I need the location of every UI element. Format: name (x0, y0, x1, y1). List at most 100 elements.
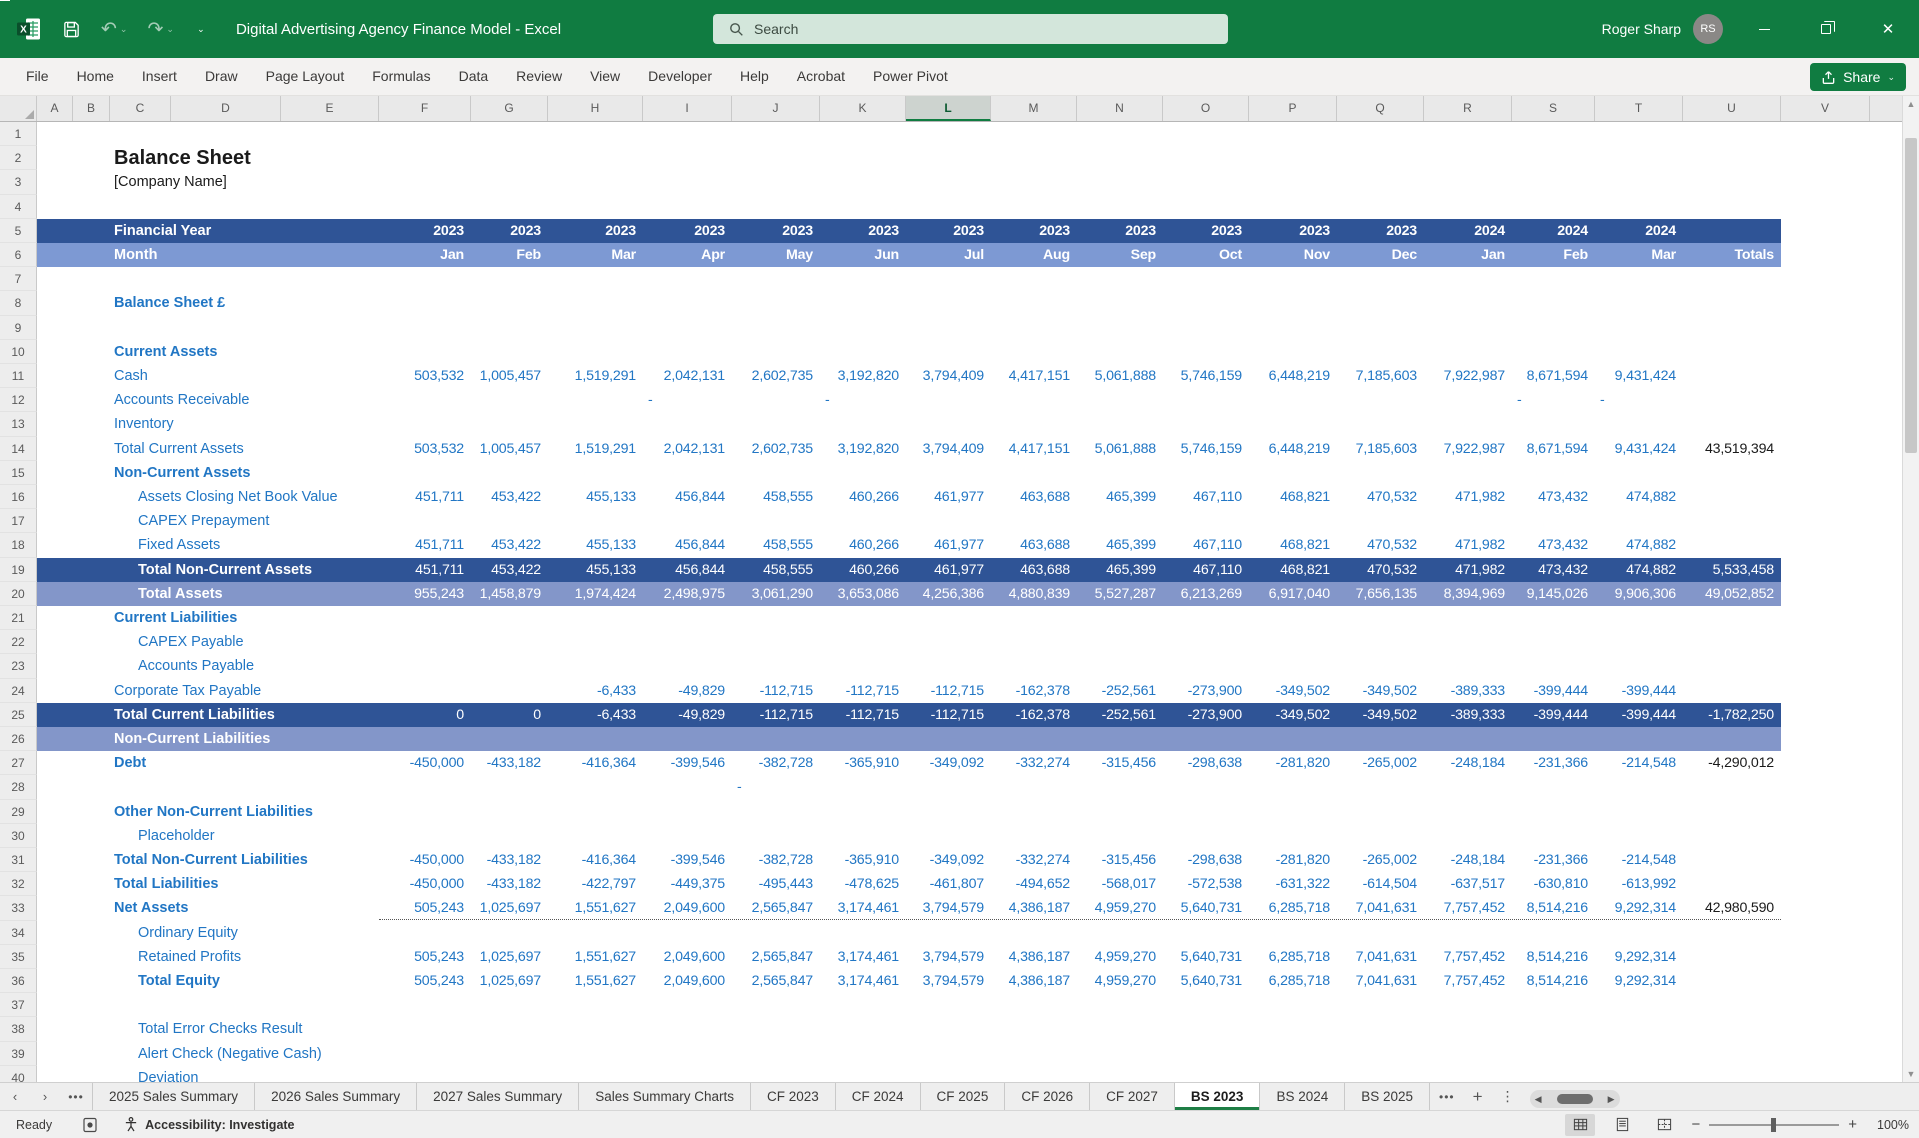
cell-value[interactable]: 470,532 (1337, 558, 1424, 582)
column-header-A[interactable]: A (37, 96, 73, 121)
cell-value[interactable]: -273,900 (1163, 703, 1249, 727)
row-header-15[interactable]: 15 (0, 461, 37, 485)
cell-total[interactable]: Totals (1683, 243, 1781, 267)
cell-value[interactable]: 2,049,600 (643, 896, 732, 920)
cell-value[interactable]: 2,042,131 (643, 364, 732, 388)
cell-value[interactable]: -478,625 (820, 872, 906, 896)
cell-label[interactable]: Fixed Assets (138, 533, 220, 557)
cell-value[interactable]: -399,444 (1512, 703, 1595, 727)
cell-label[interactable]: Month (114, 243, 157, 267)
cell-value[interactable]: 455,133 (548, 533, 643, 557)
cell-value[interactable]: -315,456 (1077, 751, 1163, 775)
cell-value[interactable]: 505,243 (379, 945, 471, 969)
cell-value[interactable]: 461,977 (906, 558, 991, 582)
cell-value[interactable]: -568,017 (1077, 872, 1163, 896)
cell-value[interactable]: 460,266 (820, 558, 906, 582)
cell-value[interactable]: -382,728 (732, 751, 820, 775)
cell-value[interactable]: 9,292,314 (1595, 945, 1683, 969)
cell-value[interactable]: 1,005,457 (471, 437, 548, 461)
cell-value[interactable]: -349,502 (1337, 679, 1424, 703)
cell-label[interactable]: Total Current Assets (114, 437, 244, 461)
cell-value[interactable]: 4,959,270 (1077, 945, 1163, 969)
cell-value[interactable]: 2,042,131 (643, 437, 732, 461)
column-header-F[interactable]: F (379, 96, 471, 121)
cell-value[interactable]: 456,844 (643, 485, 732, 509)
cell-value[interactable]: -416,364 (548, 751, 643, 775)
cell-value[interactable]: Nov (1249, 243, 1337, 267)
cell-value[interactable]: 6,285,718 (1249, 969, 1337, 993)
cell-value[interactable]: -332,274 (991, 751, 1077, 775)
zoom-percentage[interactable]: 100% (1869, 1118, 1909, 1132)
cell-value[interactable]: 7,757,452 (1424, 969, 1512, 993)
cell-value[interactable]: 7,922,987 (1424, 437, 1512, 461)
cell-value[interactable]: 1,025,697 (471, 945, 548, 969)
sheet-nav-more-icon[interactable]: ••• (60, 1083, 92, 1110)
cell-total[interactable]: 42,980,590 (1683, 896, 1781, 920)
customize-quick-access-icon[interactable]: ⌄ (194, 26, 208, 32)
cell-label[interactable]: Deviation (138, 1066, 198, 1082)
cell-value[interactable]: 505,243 (379, 896, 471, 920)
column-header-V[interactable]: V (1781, 96, 1870, 121)
cell-value[interactable]: 451,711 (379, 533, 471, 557)
cell-value[interactable]: 2023 (732, 219, 820, 243)
ribbon-tab-developer[interactable]: Developer (634, 58, 726, 95)
row-header-40[interactable]: 40 (0, 1066, 37, 1082)
cell-value[interactable]: Jul (906, 243, 991, 267)
cell-value[interactable]: 468,821 (1249, 533, 1337, 557)
column-header-J[interactable]: J (732, 96, 820, 121)
cell-value[interactable]: 474,882 (1595, 533, 1683, 557)
cell-value[interactable]: 3,794,579 (906, 945, 991, 969)
cell-value[interactable]: 465,399 (1077, 485, 1163, 509)
sheet-tab-cf-2027[interactable]: CF 2027 (1090, 1083, 1175, 1110)
cell-value[interactable]: 8,514,216 (1512, 945, 1595, 969)
cell-value[interactable]: 6,448,219 (1249, 364, 1337, 388)
cell-value[interactable]: 1,974,424 (548, 582, 643, 606)
cell-value[interactable]: 467,110 (1163, 533, 1249, 557)
cell-value[interactable]: 461,977 (906, 533, 991, 557)
cell-value[interactable]: 2,049,600 (643, 945, 732, 969)
cell-value[interactable]: - (1512, 388, 1595, 412)
cell-value[interactable]: 9,906,306 (1595, 582, 1683, 606)
cell-value[interactable]: 0 (379, 703, 471, 727)
row-header-27[interactable]: 27 (0, 751, 37, 775)
column-header-Q[interactable]: Q (1337, 96, 1424, 121)
cell-value[interactable]: -112,715 (732, 679, 820, 703)
cell-value[interactable]: 5,061,888 (1077, 364, 1163, 388)
cell-value[interactable]: 5,527,287 (1077, 582, 1163, 606)
cell-value[interactable]: 453,422 (471, 485, 548, 509)
cell-label[interactable]: Total Error Checks Result (138, 1017, 302, 1041)
cell-value[interactable]: -450,000 (379, 848, 471, 872)
vertical-scroll-thumb[interactable] (1905, 138, 1917, 453)
avatar[interactable]: RS (1693, 14, 1723, 44)
cell-value[interactable]: 4,959,270 (1077, 896, 1163, 920)
cell-value[interactable]: 5,640,731 (1163, 945, 1249, 969)
cell-value[interactable]: 4,386,187 (991, 969, 1077, 993)
cell-value[interactable]: -112,715 (820, 679, 906, 703)
cell-value[interactable]: -231,366 (1512, 848, 1595, 872)
cell-value[interactable]: 456,844 (643, 558, 732, 582)
ribbon-tab-review[interactable]: Review (502, 58, 576, 95)
cell-value[interactable]: -433,182 (471, 751, 548, 775)
cell-label[interactable]: Net Assets (114, 896, 188, 920)
cell-label[interactable]: Other Non-Current Liabilities (114, 800, 313, 824)
row-header-5[interactable]: 5 (0, 219, 37, 243)
cell-label[interactable]: Ordinary Equity (138, 921, 238, 945)
cell-value[interactable]: -248,184 (1424, 848, 1512, 872)
cell-value[interactable]: 503,532 (379, 437, 471, 461)
cell-value[interactable]: Dec (1337, 243, 1424, 267)
row-header-26[interactable]: 26 (0, 727, 37, 751)
cell-label[interactable]: [Company Name] (114, 170, 227, 194)
grid-body[interactable]: 12Balance Sheet3[Company Name]45Financia… (0, 122, 1902, 1082)
row-header-37[interactable]: 37 (0, 993, 37, 1017)
row-header-1[interactable]: 1 (0, 122, 37, 146)
cell-label[interactable]: Total Current Liabilities (114, 703, 275, 727)
cell-value[interactable]: Apr (643, 243, 732, 267)
cell-value[interactable]: - (732, 775, 820, 799)
cell-value[interactable]: 7,185,603 (1337, 364, 1424, 388)
cell-value[interactable]: 2023 (548, 219, 643, 243)
cell-value[interactable]: 4,386,187 (991, 945, 1077, 969)
cell-value[interactable]: 4,880,839 (991, 582, 1077, 606)
column-header-S[interactable]: S (1512, 96, 1595, 121)
cell-value[interactable]: -49,829 (643, 679, 732, 703)
cell-value[interactable]: 1,005,457 (471, 364, 548, 388)
